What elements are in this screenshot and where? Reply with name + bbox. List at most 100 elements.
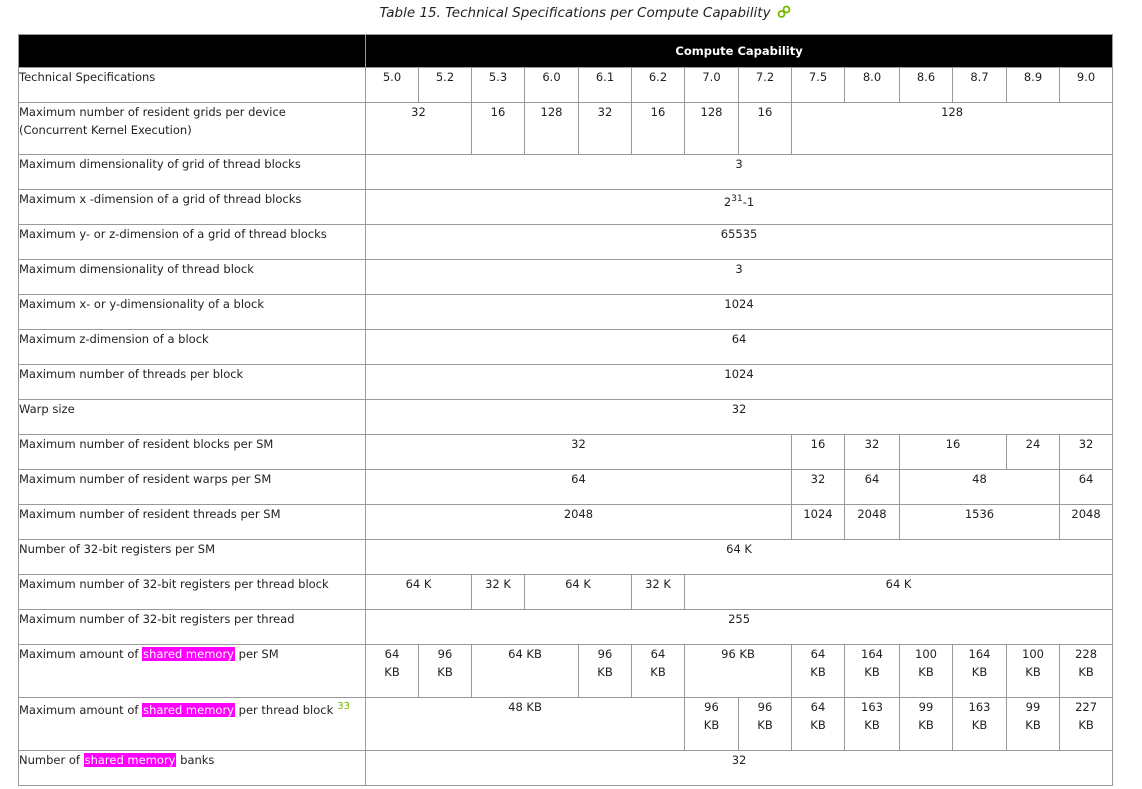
- table-cell: 32: [365, 434, 792, 470]
- footnote-link[interactable]: 33: [337, 701, 350, 712]
- table-cell: 99 KB: [1006, 697, 1060, 751]
- cc-version: 8.0: [844, 67, 900, 103]
- table-row: Maximum x- or y-dimensionality of a bloc…: [18, 294, 1114, 330]
- table-cell: 32: [578, 102, 632, 155]
- table-row: Maximum y- or z-dimension of a grid of t…: [18, 224, 1114, 260]
- cell-number: 164: [968, 647, 991, 661]
- table-row: Maximum number of threads per block 1024: [18, 364, 1114, 400]
- cell-unit: KB: [810, 665, 826, 679]
- table-cell: 255: [364, 609, 1114, 645]
- table-row: Technical Specifications 5.0 5.2 5.3 6.0…: [18, 67, 1114, 103]
- table-row: Maximum number of resident grids per dev…: [18, 102, 1114, 155]
- cc-version: 8.6: [899, 67, 953, 103]
- label-line: (Concurrent Kernel Execution): [19, 123, 192, 137]
- cc-version: 7.5: [791, 67, 845, 103]
- label-text: per SM: [238, 647, 279, 661]
- row-label: Maximum number of resident threads per S…: [18, 504, 366, 540]
- cell-unit: KB: [1078, 665, 1094, 679]
- table-cell: 48: [899, 469, 1060, 505]
- row-label: Maximum amount of shared memory per SM: [18, 644, 366, 698]
- table-cell: 164 KB: [844, 644, 900, 698]
- row-label: Maximum number of threads per block: [18, 364, 366, 400]
- cell-number: 64: [810, 700, 826, 714]
- cell-number: 228: [1075, 647, 1098, 661]
- cell-number: 164: [861, 647, 883, 661]
- cc-version: 5.2: [418, 67, 472, 103]
- table-cell: 32: [364, 399, 1114, 435]
- label-line: Maximum number of resident grids per dev…: [19, 105, 286, 119]
- cell-number: 64: [650, 647, 666, 661]
- cell-unit: KB: [918, 665, 934, 679]
- header-empty: [18, 34, 366, 68]
- cell-number: 99: [1025, 700, 1041, 714]
- table-cell: 96 KB: [578, 644, 632, 698]
- table-cell: 64 KB: [365, 644, 419, 698]
- cell-unit: KB: [1025, 718, 1041, 732]
- row-label: Maximum amount of shared memory per thre…: [18, 697, 366, 751]
- table-caption: Table 15. Technical Specifications per C…: [0, 0, 1142, 34]
- table-cell: 32 K: [631, 574, 685, 610]
- cc-version: 8.7: [952, 67, 1007, 103]
- table-cell: 32: [1058, 434, 1114, 470]
- row-label: Maximum x- or y-dimensionality of a bloc…: [18, 294, 366, 330]
- permalink-icon[interactable]: [777, 2, 791, 28]
- table-cell: 16: [471, 102, 525, 155]
- row-label: Maximum y- or z-dimension of a grid of t…: [18, 224, 366, 260]
- table-cell: 64 K: [364, 539, 1114, 575]
- row-label: Maximum dimensionality of grid of thread…: [18, 154, 366, 190]
- table-cell: 32: [365, 102, 472, 155]
- cc-version: 6.0: [524, 67, 579, 103]
- table-cell: 128: [684, 102, 739, 155]
- table-cell: 1024: [791, 504, 845, 540]
- table-cell: 3: [364, 154, 1114, 190]
- cell-number: 100: [915, 647, 937, 661]
- cell-unit: KB: [971, 665, 988, 679]
- cell-number: 64: [384, 647, 400, 661]
- table-cell: 32: [844, 434, 900, 470]
- table-row: Number of shared memory banks 32: [18, 750, 1114, 786]
- table-row: Maximum dimensionality of grid of thread…: [18, 154, 1114, 190]
- table-cell: 228 KB: [1058, 644, 1114, 698]
- table-cell: 163 KB: [952, 697, 1007, 751]
- table-cell: 64 K: [524, 574, 632, 610]
- cell-number: 163: [861, 700, 883, 714]
- table-row: Maximum x -dimension of a grid of thread…: [18, 189, 1114, 225]
- caption-text: Table 15. Technical Specifications per C…: [379, 5, 771, 21]
- cell-unit: KB: [703, 718, 720, 732]
- cc-version: 7.2: [738, 67, 792, 103]
- row-label: Maximum number of resident warps per SM: [18, 469, 366, 505]
- cell-unit: KB: [650, 665, 666, 679]
- table-row: Maximum number of 32-bit registers per t…: [18, 609, 1114, 645]
- table-cell: 227 KB: [1058, 697, 1114, 751]
- table-cell: 3: [364, 259, 1114, 295]
- row-label: Maximum number of resident blocks per SM: [18, 434, 366, 470]
- cell-unit: KB: [1025, 665, 1041, 679]
- cc-version: 7.0: [684, 67, 739, 103]
- table-cell: 64: [364, 329, 1114, 365]
- cell-number: 227: [1075, 700, 1098, 714]
- row-label: Maximum number of 32-bit registers per t…: [18, 574, 366, 610]
- table-cell: 1536: [899, 504, 1060, 540]
- table-row: Number of 32-bit registers per SM 64 K: [18, 539, 1114, 575]
- table-cell: 64 KB: [471, 644, 579, 698]
- table-cell: 163 KB: [844, 697, 900, 751]
- cell-number: 100: [1022, 647, 1044, 661]
- cc-version: 5.0: [365, 67, 419, 103]
- cell-unit: KB: [864, 665, 880, 679]
- table-row: Warp size 32: [18, 399, 1114, 435]
- row-label: Number of 32-bit registers per SM: [18, 539, 366, 575]
- table-cell: 100 KB: [1006, 644, 1060, 698]
- cell-unit: KB: [864, 718, 880, 732]
- table-row: Maximum dimensionality of thread block 3: [18, 259, 1114, 295]
- table-cell: 99 KB: [899, 697, 953, 751]
- table-cell: 16: [738, 102, 792, 155]
- label-text: Number of: [19, 753, 80, 767]
- tech-spec-table: Compute Capability Technical Specificati…: [18, 34, 1114, 786]
- table-row: Maximum z-dimension of a block 64: [18, 329, 1114, 365]
- table-cell: 64 KB: [791, 644, 845, 698]
- table-row: Maximum amount of shared memory per SM 6…: [18, 644, 1114, 698]
- row-label: Maximum x -dimension of a grid of thread…: [18, 189, 366, 225]
- table-cell: 2048: [1058, 504, 1114, 540]
- cc-version: 8.9: [1006, 67, 1060, 103]
- table-cell: 16: [899, 434, 1007, 470]
